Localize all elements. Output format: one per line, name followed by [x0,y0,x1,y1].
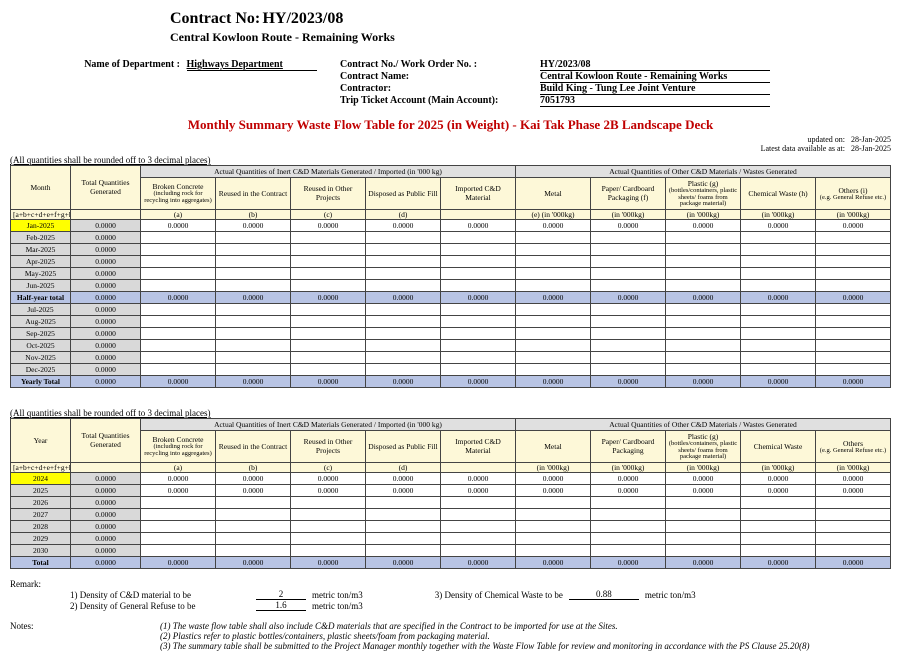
row-label: Jan-2025 [11,220,71,232]
remark-block: Remark: 1) Density of C&D material to be… [10,579,891,611]
yearly-table: Year Total Quantities Generated Actual Q… [10,418,891,569]
row-label: Half-year total [11,292,71,304]
notes-block: Notes: (1) The waste flow table shall al… [10,621,891,651]
info-grid: Name of Department : Highways Department… [10,59,891,107]
info-right: Contract No./ Work Order No. :HY/2023/08… [340,59,770,107]
dept-label: Name of Department : [60,59,180,70]
row-label: Nov-2025 [11,352,71,364]
col-month: Month [11,166,71,210]
contract-no: HY/2023/08 [262,10,343,27]
row-label: Aug-2025 [11,316,71,328]
row-label: 2030 [11,545,71,557]
row-label: Total [11,557,71,569]
row-label: 2024 [11,473,71,485]
row-label: 2026 [11,497,71,509]
meta-dates: updated on: 28-Jan-2025 Latest data avai… [10,135,891,153]
header: Contract No: HY/2023/08 Central Kowloon … [170,10,891,45]
row-label: 2027 [11,509,71,521]
page-title: Monthly Summary Waste Flow Table for 202… [10,117,891,133]
rounded-note: (All quantities shall be rounded off to … [10,155,891,165]
rounded-note-2: (All quantities shall be rounded off to … [10,408,891,418]
row-label: Mar-2025 [11,244,71,256]
contract-subtitle: Central Kowloon Route - Remaining Works [170,30,891,45]
contract-no-label: Contract No: [170,10,260,27]
row-label: 2025 [11,485,71,497]
row-label: Feb-2025 [11,232,71,244]
row-label: 2029 [11,533,71,545]
row-label: 2028 [11,521,71,533]
monthly-table: Month Total Quantities Generated Actual … [10,165,891,388]
row-label: Yearly Total [11,376,71,388]
row-label: Dec-2025 [11,364,71,376]
row-label: Jun-2025 [11,280,71,292]
row-label: Apr-2025 [11,256,71,268]
dept-value: Highways Department [187,59,317,71]
row-label: Sep-2025 [11,328,71,340]
row-label: May-2025 [11,268,71,280]
col-total: Total Quantities Generated [71,166,141,210]
row-label: Oct-2025 [11,340,71,352]
row-label: Jul-2025 [11,304,71,316]
